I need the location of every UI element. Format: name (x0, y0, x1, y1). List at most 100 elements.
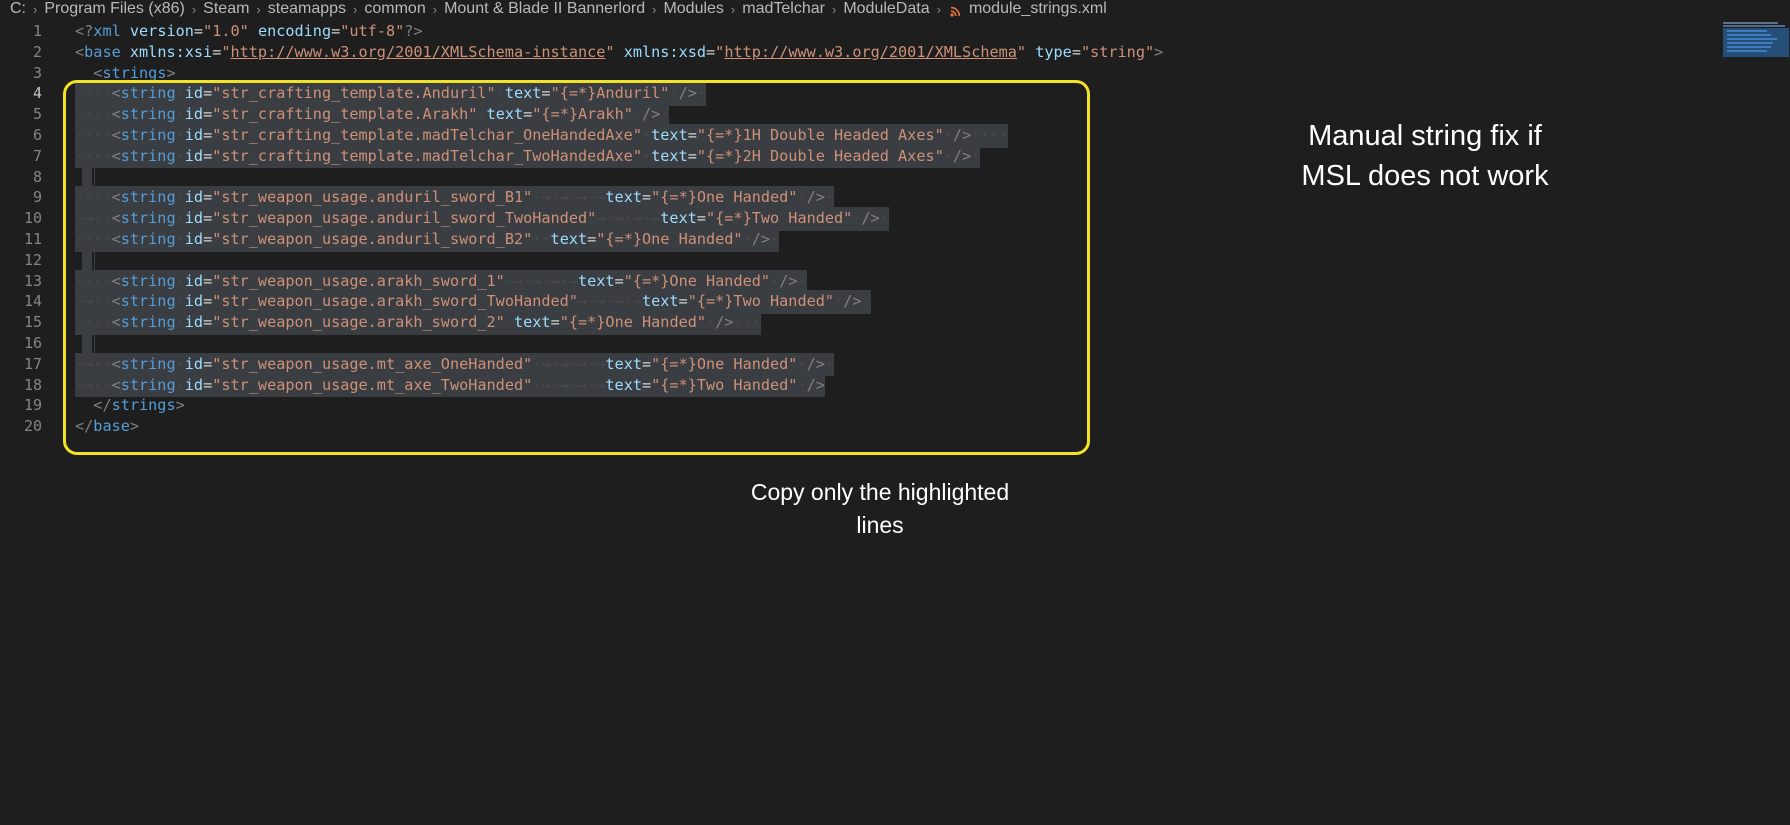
code-token: · (879, 209, 889, 228)
code-token: "{=*}One Handed" (623, 271, 771, 290)
code-token: = (193, 22, 204, 40)
code-token: · (641, 146, 652, 165)
code-token: id (184, 271, 204, 290)
code-token: = (203, 313, 213, 332)
code-token: "str_weapon_usage.arakh_sword_TwoHanded" (212, 292, 578, 311)
code-token: "{=*}Two Handed" (651, 375, 798, 394)
code-token: id (184, 209, 204, 228)
code-token: string (120, 375, 176, 394)
line-number: 20 (23, 417, 42, 436)
breadcrumb-item[interactable]: Modules (663, 0, 723, 18)
code-token: text (605, 188, 642, 207)
code-token: text (577, 271, 615, 290)
code-token: /> (843, 292, 862, 311)
code-token: > (166, 63, 176, 82)
code-token: id (184, 188, 204, 207)
code-token: /> (806, 375, 825, 394)
code-token: · (175, 354, 185, 373)
breadcrumb-file-name[interactable]: module_strings.xml (969, 0, 1107, 18)
breadcrumb-item[interactable]: Mount & Blade II Bannerlord (444, 0, 645, 18)
code-token: string (120, 209, 176, 228)
code-token: text (504, 84, 542, 103)
code-token: · (943, 126, 953, 144)
code-token: < (75, 42, 85, 61)
code-token: = (212, 42, 222, 61)
breadcrumb-item[interactable]: madTelchar (742, 0, 825, 18)
breadcrumb-path: C: › Program Files (x86) › Steam › steamapps › c… (10, 0, 948, 18)
code-token: = (203, 230, 213, 248)
code-token: = (641, 354, 652, 373)
code-token: id (184, 354, 204, 373)
code-token: < (111, 230, 121, 248)
code-token: id (184, 126, 204, 144)
breadcrumb-item[interactable]: steamapps (268, 0, 346, 18)
empty-line-selection (82, 166, 92, 189)
code-token: ·→·· (75, 354, 112, 373)
code-token: ···· (75, 271, 112, 290)
code-token: · (477, 105, 487, 124)
breadcrumb-item[interactable]: C: (10, 0, 26, 18)
code-token: < (111, 271, 121, 290)
code-token: = (641, 375, 652, 394)
code-token: <? (75, 22, 94, 40)
code-token: · (669, 84, 679, 103)
code-token: · (641, 126, 652, 144)
code-token: = (203, 105, 213, 124)
code-token: text (486, 105, 524, 124)
code-token: · (175, 375, 185, 394)
code-token: "str_weapon_usage.mt_axe_OneHanded" (212, 354, 533, 373)
code-token: ···· (75, 84, 112, 103)
code-token: · (797, 354, 807, 373)
code-token: string (120, 354, 176, 373)
code-token: = (523, 105, 533, 124)
code-token: = (1071, 42, 1081, 61)
code-token: /> (678, 84, 697, 103)
code-token: </ (93, 396, 112, 415)
chevron-right-icon: › (33, 1, 38, 17)
code-token: http://www.w3.org/2001/XMLSchema-instanc… (230, 42, 606, 61)
code-token: "{=*}1H Double Headed Axes" (696, 126, 944, 144)
code-token: · (742, 230, 752, 248)
code-token: strings (111, 396, 176, 415)
code-token: "str_weapon_usage.arakh_sword_2" (212, 313, 505, 332)
code-token: > (1154, 42, 1164, 61)
code-token: "{=*}Two Handed" (687, 292, 835, 311)
code-token: /> (806, 188, 825, 207)
code-token: text (651, 126, 688, 144)
code-token: = (587, 230, 597, 248)
minimap[interactable] (1721, 20, 1790, 60)
code-token: "{=*}One Handed" (651, 354, 798, 373)
code-token: = (706, 42, 716, 61)
breadcrumb-item[interactable]: ModuleData (843, 0, 929, 18)
chevron-right-icon: › (652, 1, 657, 17)
code-token: base (93, 417, 130, 436)
code-token: < (111, 105, 121, 124)
code-token: "{=*}One Handed" (559, 313, 707, 332)
code-token: · (824, 188, 835, 207)
code-token: < (111, 354, 121, 373)
code-token: type (1035, 42, 1072, 61)
code-token: · (175, 126, 185, 144)
code-token: string (120, 271, 176, 290)
code-token: string (120, 188, 176, 207)
code-token: id (184, 313, 204, 332)
code-token: · (504, 313, 514, 332)
chevron-right-icon: › (256, 1, 261, 17)
breadcrumb-item[interactable]: common (364, 0, 425, 18)
code-token: text (513, 313, 551, 332)
code-token: string (120, 292, 176, 311)
code-token: /> (779, 271, 798, 290)
code-token: · (824, 354, 835, 373)
code-token: > (175, 396, 185, 415)
code-line[interactable]: 20 </base> (0, 415, 1720, 439)
code-token: "string" (1080, 42, 1155, 61)
code-token: ·→·· (75, 375, 112, 394)
breadcrumb-item[interactable]: Program Files (x86) (44, 0, 184, 18)
code-token: "utf-8" (340, 22, 405, 40)
breadcrumb-item[interactable]: Steam (203, 0, 249, 18)
code-token: = (203, 292, 213, 311)
code-token: " (605, 42, 615, 61)
code-token: "str_weapon_usage.arakh_sword_1" (212, 271, 505, 290)
code-token: = (203, 375, 213, 394)
